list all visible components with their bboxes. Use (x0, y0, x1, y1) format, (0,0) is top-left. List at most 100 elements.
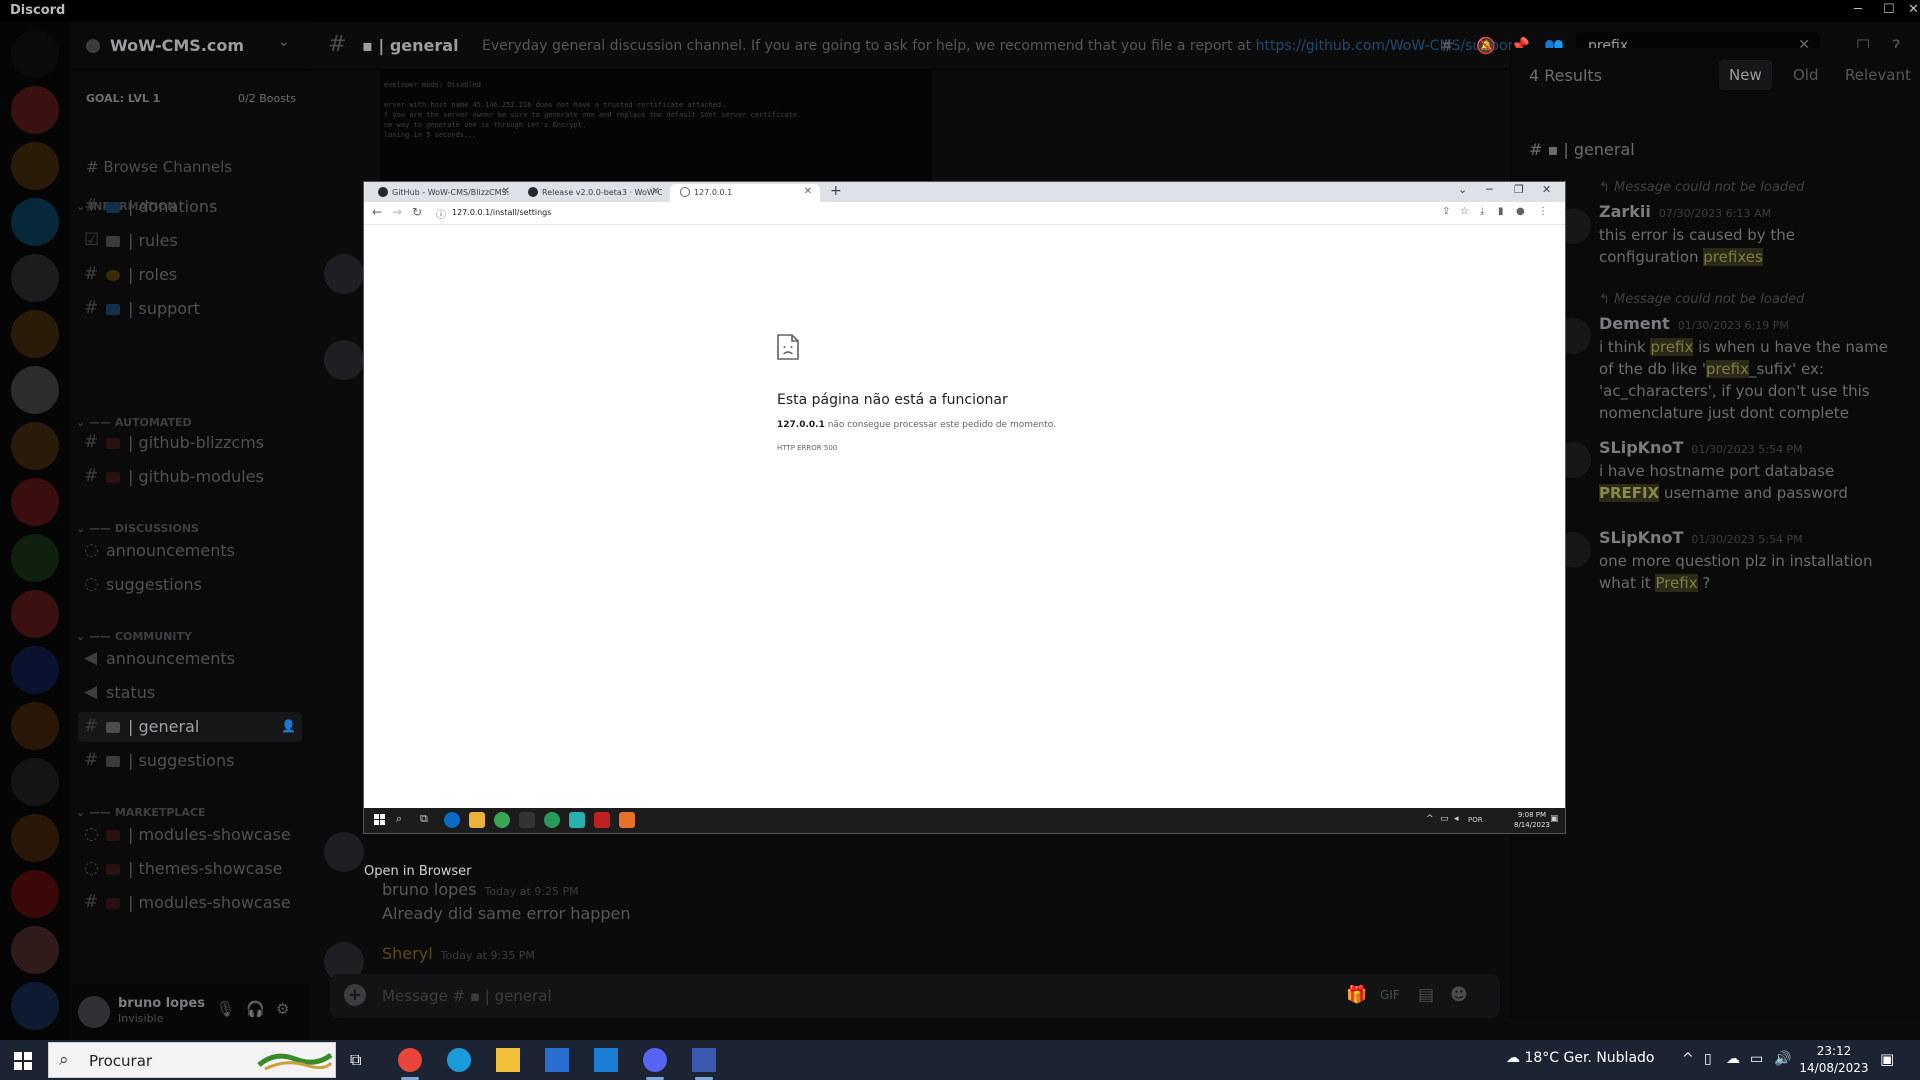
channel-themes-showcase[interactable]: ◌ | themes-showcase (78, 854, 302, 884)
mail-icon[interactable] (594, 1048, 618, 1072)
channel-modules-showcase-2[interactable]: # | modules-showcase (78, 888, 302, 918)
inner-clock[interactable]: 9:08 PM 8/14/2023 (1514, 810, 1550, 830)
display-icon[interactable]: ▯ (1704, 1051, 1712, 1067)
attach-plus-icon[interactable]: + (344, 984, 366, 1006)
info-icon[interactable]: ⓘ (436, 206, 446, 221)
taskbar-clock[interactable]: 23:12 14/08/2023 (1796, 1043, 1872, 1077)
channel-general[interactable]: # | general 👤 (78, 712, 302, 742)
tab-search-icon[interactable]: ⌄ (1458, 183, 1467, 196)
channel-github-blizzcms[interactable]: # | github-blizzcms (78, 428, 302, 458)
menu-icon[interactable]: ⋮ (1538, 206, 1548, 217)
close-tab-icon[interactable]: ✕ (804, 186, 812, 197)
tray-chevron-icon[interactable]: ^ (1426, 814, 1434, 824)
tab-old[interactable]: Old (1783, 60, 1829, 90)
result-author[interactable]: Zarkii 07/30/2023 6:13 AM (1599, 202, 1771, 221)
category-discussions[interactable]: ⌄ —— Discussions (76, 522, 199, 535)
volume-icon[interactable]: 🔊 (1774, 1051, 1791, 1067)
new-tab-icon[interactable]: + (830, 183, 842, 199)
gear-icon[interactable]: ⚙ (276, 1000, 289, 1018)
server-icon[interactable] (11, 870, 59, 918)
restore-icon[interactable]: ❐ (1514, 183, 1524, 196)
close-icon[interactable]: ✕ (1908, 2, 1919, 17)
browser-tab[interactable]: GitHub - WoW-CMS/BlizzCMS: E ✕ (368, 184, 518, 202)
channel-donations[interactable]: # | donations (78, 192, 302, 222)
microphone-icon[interactable]: 🎙 (216, 1000, 235, 1018)
remote-desktop-icon[interactable] (692, 1048, 716, 1072)
close-tab-icon[interactable]: ✕ (652, 186, 660, 197)
home-icon[interactable] (11, 30, 59, 78)
microsoft-store-icon[interactable] (545, 1048, 569, 1072)
avatar[interactable] (324, 340, 364, 380)
category-marketplace[interactable]: ⌄ —— Marketplace (76, 806, 206, 819)
file-explorer-icon[interactable] (469, 812, 485, 828)
server-icon[interactable] (11, 422, 59, 470)
forward-icon[interactable]: → (392, 205, 402, 219)
language-indicator[interactable]: POR (1468, 816, 1483, 824)
server-icon[interactable] (11, 758, 59, 806)
add-user-icon[interactable]: 👤 (281, 719, 296, 733)
close-icon[interactable]: ✕ (1542, 183, 1551, 196)
share-icon[interactable]: ⇪ (1442, 206, 1450, 217)
xampp-icon[interactable] (619, 812, 635, 828)
app-icon[interactable] (594, 812, 610, 828)
windows-start-icon[interactable] (14, 1052, 32, 1070)
folder-icon[interactable] (11, 646, 59, 694)
close-tab-icon[interactable]: ✕ (502, 186, 510, 197)
app-icon[interactable] (544, 812, 560, 828)
channel-announcements-forum[interactable]: ◌ announcements (78, 536, 302, 566)
search-icon[interactable]: ⌕ (396, 812, 402, 826)
browser-window[interactable]: GitHub - WoW-CMS/BlizzCMS: E ✕ Release v2… (364, 182, 1565, 833)
channel-suggestions[interactable]: # | suggestions (78, 746, 302, 776)
result-author[interactable]: SLipKnoT 01/30/2023 5:54 PM (1599, 528, 1803, 547)
result-text[interactable]: one more question plz in installation wh… (1599, 550, 1899, 594)
server-icon[interactable] (11, 366, 59, 414)
taskbar-search-input[interactable]: Procurar (89, 1052, 152, 1070)
guild-header[interactable]: WoW-CMS.com ⌄ (70, 22, 310, 70)
avatar[interactable] (78, 996, 110, 1028)
browse-channels[interactable]: # Browse Channels (86, 158, 232, 176)
browser-tab[interactable]: Release v2.0.0-beta3 · WoW-CM ✕ (518, 184, 668, 202)
headphones-icon[interactable]: 🎧 (246, 1000, 265, 1018)
network-icon[interactable]: ▭ (1750, 1051, 1763, 1067)
browser-tab-active[interactable]: 127.0.0.1 ✕ (670, 184, 820, 202)
terminal-icon[interactable] (519, 812, 535, 828)
sticker-icon[interactable]: ▤ (1418, 985, 1434, 1005)
onedrive-icon[interactable]: ☁ (1726, 1051, 1740, 1067)
minimize-icon[interactable]: ─ (1486, 183, 1493, 196)
server-icon[interactable] (11, 86, 59, 134)
result-author[interactable]: SLipKnoT 01/30/2023 5:54 PM (1599, 438, 1803, 457)
channel-status[interactable]: ◀ status (78, 678, 302, 708)
gif-icon[interactable]: GIF (1380, 988, 1400, 1002)
gift-icon[interactable]: 🎁 (1346, 985, 1367, 1005)
notification-bell-icon[interactable]: 🔕 (1476, 36, 1496, 55)
maximize-icon[interactable]: ☐ (1883, 2, 1895, 17)
weather-widget[interactable]: ☁ 18°C Ger. Nublado (1506, 1050, 1654, 1066)
edge-icon[interactable] (444, 812, 460, 828)
channel-github-modules[interactable]: # | github-modules (78, 462, 302, 492)
server-icon[interactable] (11, 310, 59, 358)
server-icon[interactable] (11, 142, 59, 190)
notification-icon[interactable]: ▣ (1550, 814, 1559, 824)
discord-icon[interactable] (643, 1048, 667, 1072)
volume-icon[interactable]: ◂ (1454, 814, 1459, 824)
result-text[interactable]: this error is caused by the configuratio… (1599, 224, 1899, 268)
message-input[interactable]: + Message # ▪ | general 🎁 GIF ▤ ☻ (330, 974, 1500, 1018)
task-view-icon[interactable]: ⧉ (420, 812, 428, 826)
channel-topic[interactable]: Everyday general discussion channel. If … (482, 38, 1512, 54)
channel-rules[interactable]: ☑ | rules (78, 226, 302, 256)
tray-chevron-icon[interactable]: ^ (1682, 1051, 1694, 1067)
download-icon[interactable]: ⤓ (1480, 206, 1484, 217)
boost-goal[interactable]: GOAL: LVL 1 0/2 Boosts (86, 92, 296, 105)
message-author[interactable]: Sheryl Today at 9:35 PM (382, 944, 535, 963)
server-icon[interactable] (11, 478, 59, 526)
result-text[interactable]: i have hostname port database PREFIX use… (1599, 460, 1899, 504)
channel-modules-showcase[interactable]: ◌ | modules-showcase (78, 820, 302, 850)
server-icon[interactable] (11, 926, 59, 974)
server-icon[interactable] (11, 702, 59, 750)
tab-relevant[interactable]: Relevant (1835, 60, 1920, 90)
result-text[interactable]: i think prefix is when u have the name o… (1599, 336, 1899, 424)
chrome-icon[interactable] (398, 1048, 422, 1072)
side-panel-icon[interactable]: ▮ (1498, 206, 1504, 217)
message-author[interactable]: bruno lopes Today at 9:25 PM (382, 880, 579, 899)
server-icon[interactable] (11, 814, 59, 862)
